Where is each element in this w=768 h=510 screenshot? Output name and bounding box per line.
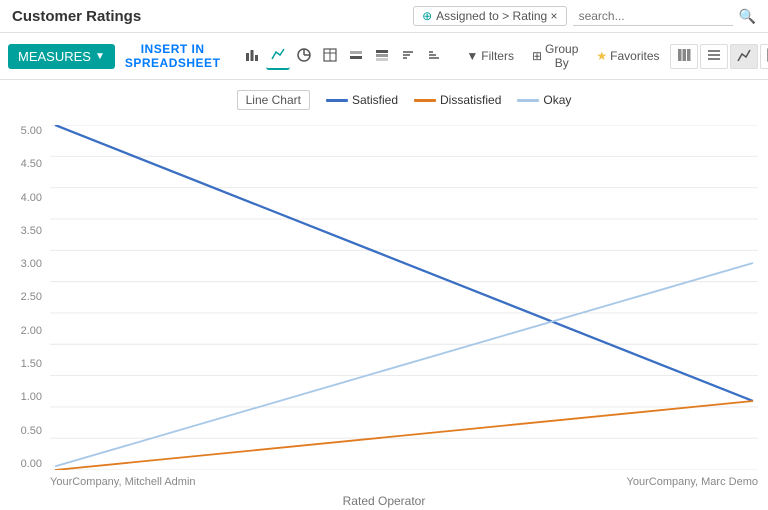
column-chart-btn[interactable]	[344, 44, 368, 69]
chart-svg	[50, 125, 758, 470]
descending-btn[interactable]	[396, 44, 420, 69]
y-label-500: 5.00	[21, 125, 42, 137]
graph-view-btn[interactable]	[730, 44, 758, 69]
right-view-toggles	[670, 44, 768, 69]
list-view-btn[interactable]	[700, 44, 728, 69]
groupby-icon: ⊞	[532, 49, 542, 63]
filter-icon: ▼	[466, 49, 478, 63]
y-label-200: 2.00	[21, 325, 42, 337]
filter-badge-icon: ⊕	[422, 9, 432, 23]
sort-desc-icon	[401, 48, 415, 62]
legend-dissatisfied: Dissatisfied	[414, 93, 501, 107]
insert-label: INSERT IN SPREADSHEET	[125, 42, 221, 70]
pie-chart-btn[interactable]	[292, 44, 316, 69]
y-label-000: 0.00	[21, 458, 42, 470]
measures-arrow-icon: ▼	[95, 51, 105, 62]
y-axis: 5.00 4.50 4.00 3.50 3.00 2.50 2.00 1.50 …	[0, 125, 48, 470]
filter-badge-text: Assigned to > Rating ×	[436, 9, 557, 23]
kanban-icon	[677, 48, 691, 62]
dissatisfied-color	[414, 99, 436, 102]
table-icon	[323, 48, 337, 62]
y-label-400: 4.00	[21, 192, 42, 204]
chart-legend: Line Chart Satisfied Dissatisfied Okay	[50, 90, 758, 110]
search-button[interactable]: 🔍	[739, 8, 756, 25]
y-label-450: 4.50	[21, 158, 42, 170]
list-icon	[707, 48, 721, 62]
filters-label: Filters	[481, 49, 514, 63]
x-axis-labels: YourCompany, Mitchell Admin YourCompany,…	[50, 476, 758, 488]
legend-satisfied: Satisfied	[326, 93, 398, 107]
page-title: Customer Ratings	[12, 8, 141, 25]
line-chart-btn[interactable]	[266, 43, 290, 70]
y-label-050: 0.50	[21, 425, 42, 437]
x-axis-title: Rated Operator	[0, 494, 768, 508]
stacked-btn[interactable]	[370, 44, 394, 69]
line-chart-icon	[271, 47, 285, 61]
measures-label: MEASURES	[18, 49, 91, 64]
chart-container: Line Chart Satisfied Dissatisfied Okay 5…	[0, 80, 768, 510]
kanban-view-btn[interactable]	[670, 44, 698, 69]
x-label-right: YourCompany, Marc Demo	[627, 476, 758, 488]
table-view-btn[interactable]	[318, 44, 342, 69]
bar-chart-icon	[245, 48, 259, 62]
x-label-left: YourCompany, Mitchell Admin	[50, 476, 196, 488]
chart-type-label: Line Chart	[237, 90, 310, 110]
star-icon: ★	[596, 49, 607, 63]
pivot-view-btn[interactable]	[760, 44, 768, 69]
y-label-150: 1.50	[21, 358, 42, 370]
search-input[interactable]	[573, 7, 733, 26]
filter-badge[interactable]: ⊕ Assigned to > Rating ×	[413, 6, 566, 26]
insert-spreadsheet-button[interactable]: INSERT IN SPREADSHEET	[117, 37, 229, 75]
stacked-icon	[375, 48, 389, 62]
ascending-btn[interactable]	[422, 44, 446, 69]
favorites-button[interactable]: ★ Favorites	[588, 45, 667, 67]
bar-chart-btn[interactable]	[240, 44, 264, 69]
groupby-button[interactable]: ⊞ Group By	[524, 38, 586, 74]
satisfied-line	[55, 125, 753, 401]
legend-okay: Okay	[517, 93, 571, 107]
header-controls: ⊕ Assigned to > Rating × 🔍	[413, 6, 756, 26]
column-chart-icon	[349, 48, 363, 62]
toolbar: MEASURES ▼ INSERT IN SPREADSHEET ▼ Filte…	[0, 33, 768, 80]
y-label-250: 2.50	[21, 291, 42, 303]
okay-color	[517, 99, 539, 102]
satisfied-color	[326, 99, 348, 102]
chart-svg-container	[50, 125, 758, 470]
filters-button[interactable]: ▼ Filters	[458, 45, 522, 67]
dissatisfied-label: Dissatisfied	[440, 93, 501, 107]
y-label-300: 3.00	[21, 258, 42, 270]
sort-asc-icon	[427, 48, 441, 62]
graph-icon	[737, 48, 751, 62]
okay-label: Okay	[543, 93, 571, 107]
measures-button[interactable]: MEASURES ▼	[8, 44, 115, 69]
satisfied-label: Satisfied	[352, 93, 398, 107]
y-label-100: 1.00	[21, 391, 42, 403]
page-header: Customer Ratings ⊕ Assigned to > Rating …	[0, 0, 768, 33]
pie-chart-icon	[297, 48, 311, 62]
y-label-350: 3.50	[21, 225, 42, 237]
groupby-label: Group By	[545, 42, 578, 70]
favorites-label: Favorites	[610, 49, 659, 63]
